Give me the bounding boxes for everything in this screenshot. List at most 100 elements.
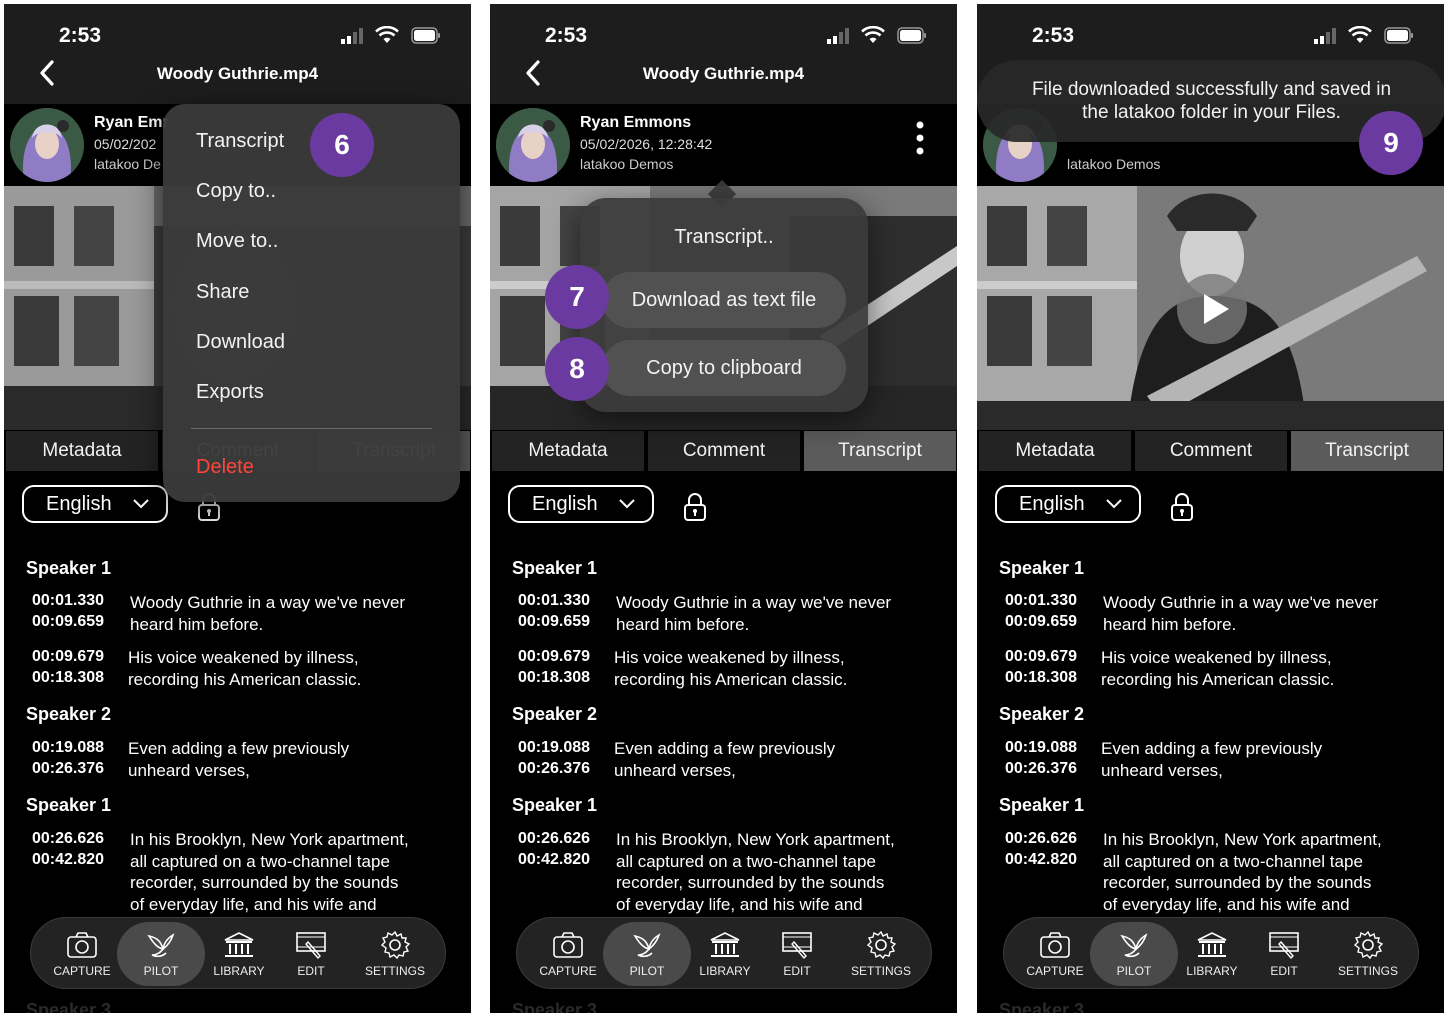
toast-line-1: File downloaded successfully and saved i… bbox=[1031, 79, 1392, 100]
tab-transcript[interactable]: Transcript bbox=[1291, 431, 1443, 471]
menu-item-transcript[interactable]: Transcript bbox=[196, 130, 284, 153]
detail-tabs: Metadata Comment Transcript bbox=[490, 431, 957, 471]
speaker-label: Speaker 1 bbox=[26, 558, 112, 578]
tab-metadata[interactable]: Metadata bbox=[492, 431, 644, 471]
library-icon bbox=[710, 932, 740, 957]
menu-item-share[interactable]: Share bbox=[196, 281, 249, 304]
context-menu: Transcript Copy to.. Move to.. Share Dow… bbox=[163, 104, 460, 502]
menu-item-delete[interactable]: Delete bbox=[196, 456, 254, 479]
status-bar: 2:53 bbox=[977, 4, 1444, 52]
page-title: Woody Guthrie.mp4 bbox=[156, 64, 319, 83]
camera-icon bbox=[67, 932, 97, 958]
download-text-file-button[interactable]: Download as text file bbox=[602, 272, 846, 328]
speaker-label: Speaker 2 bbox=[26, 704, 112, 724]
tab-comment[interactable]: Comment bbox=[1135, 431, 1287, 471]
tab-pilot[interactable]: PILOT bbox=[1090, 918, 1178, 990]
tab-library[interactable]: LIBRARY bbox=[685, 918, 765, 990]
uploader-org: latakoo De bbox=[94, 156, 161, 172]
gear-icon bbox=[866, 930, 897, 960]
file-meta: Ryan Emmons 05/02/2026, 12:28:42 latakoo… bbox=[490, 104, 957, 186]
tab-capture[interactable]: CAPTURE bbox=[1010, 918, 1100, 990]
menu-item-download[interactable]: Download bbox=[196, 331, 285, 354]
avatar bbox=[10, 108, 84, 182]
segment-text: Even adding a few previously unheard vers… bbox=[128, 739, 350, 780]
tab-transcript[interactable]: Transcript bbox=[804, 431, 956, 471]
more-vertical-icon[interactable] bbox=[913, 120, 927, 156]
pilot-bird-icon bbox=[633, 933, 661, 958]
segment-text: His voice weakened by illness, recording … bbox=[1101, 648, 1335, 689]
tab-edit[interactable]: EDIT bbox=[1248, 918, 1320, 990]
upload-date: 05/02/2026, 12:28:42 bbox=[580, 136, 713, 152]
segment-text: In his Brooklyn, New York apartment, all … bbox=[616, 830, 895, 914]
tab-pilot[interactable]: PILOT bbox=[117, 918, 205, 990]
screen-context-menu: 2:53 Woody Guthrie.mp4 Ryan Emr 05/02/20… bbox=[4, 4, 471, 1013]
speaker-label-partial: Speaker 3 bbox=[512, 1000, 598, 1013]
cellular-signal-icon bbox=[341, 28, 363, 44]
speaker-label: Speaker 2 bbox=[512, 704, 598, 724]
tab-settings[interactable]: SETTINGS bbox=[349, 918, 441, 990]
tab-settings[interactable]: SETTINGS bbox=[835, 918, 927, 990]
camera-icon bbox=[1040, 932, 1070, 958]
segment-times: 00:01.330 00:09.659 bbox=[1005, 592, 1078, 630]
tab-pilot[interactable]: PILOT bbox=[603, 918, 691, 990]
language-select[interactable]: English bbox=[508, 485, 654, 523]
segment-text: His voice weakened by illness, recording … bbox=[614, 648, 848, 689]
tab-metadata[interactable]: Metadata bbox=[6, 431, 158, 471]
lock-icon[interactable] bbox=[1170, 492, 1194, 522]
language-select[interactable]: English bbox=[995, 485, 1141, 523]
pilot-bird-icon bbox=[147, 933, 175, 958]
tab-capture[interactable]: CAPTURE bbox=[523, 918, 613, 990]
play-button[interactable] bbox=[1177, 274, 1247, 344]
cellular-signal-icon bbox=[1314, 28, 1336, 44]
tab-comment[interactable]: Comment bbox=[648, 431, 800, 471]
wifi-icon bbox=[1348, 26, 1372, 43]
step-badge: 8 bbox=[545, 337, 609, 401]
edit-film-icon bbox=[1269, 932, 1299, 960]
speaker-label: Speaker 1 bbox=[999, 558, 1085, 578]
step-badge: 7 bbox=[545, 265, 609, 329]
tab-settings[interactable]: SETTINGS bbox=[1322, 918, 1414, 990]
speaker-label-partial: Speaker 3 bbox=[26, 1000, 112, 1013]
battery-icon bbox=[1384, 27, 1413, 44]
tab-library[interactable]: LIBRARY bbox=[1172, 918, 1252, 990]
segment-times: 00:19.088 00:26.376 bbox=[32, 739, 105, 777]
library-icon bbox=[1197, 932, 1227, 957]
segment-times: 00:19.088 00:26.376 bbox=[518, 739, 591, 777]
speaker-label-partial: Speaker 3 bbox=[999, 1000, 1085, 1013]
speaker-label: Speaker 1 bbox=[512, 795, 598, 815]
status-time: 2:53 bbox=[1032, 24, 1075, 47]
transcript-popup: Transcript.. Download as text file Copy … bbox=[580, 198, 868, 412]
segment-times: 00:26.626 00:42.820 bbox=[1005, 830, 1078, 868]
detail-tabs: Metadata Comment Transcript bbox=[977, 431, 1444, 471]
menu-item-copy-to[interactable]: Copy to.. bbox=[196, 180, 276, 203]
tab-library[interactable]: LIBRARY bbox=[199, 918, 279, 990]
bottom-tab-bar: CAPTURE PILOT LIBRARY EDIT SETTINGS bbox=[516, 917, 932, 989]
copy-to-clipboard-button[interactable]: Copy to clipboard bbox=[602, 340, 846, 396]
battery-icon bbox=[897, 27, 926, 44]
menu-item-exports[interactable]: Exports bbox=[196, 381, 264, 404]
gear-icon bbox=[380, 930, 411, 960]
bottom-tab-bar: CAPTURE PILOT LIBRARY EDIT SETTINGS bbox=[30, 917, 446, 989]
popup-title: Transcript.. bbox=[674, 226, 774, 248]
bottom-tab-bar: CAPTURE PILOT LIBRARY EDIT SETTINGS bbox=[1003, 917, 1419, 989]
screen-download-toast: 2:53 latakoo Demos Metadata Comment Tran… bbox=[977, 4, 1444, 1013]
step-badge: 9 bbox=[1359, 111, 1423, 175]
uploader-org: latakoo Demos bbox=[580, 156, 674, 172]
tab-capture[interactable]: CAPTURE bbox=[37, 918, 127, 990]
tab-edit[interactable]: EDIT bbox=[761, 918, 833, 990]
status-bar: 2:53 bbox=[490, 4, 957, 52]
language-value: English bbox=[532, 493, 598, 515]
menu-divider bbox=[191, 428, 432, 429]
segment-times: 00:26.626 00:42.820 bbox=[518, 830, 591, 868]
segment-text: Even adding a few previously unheard vers… bbox=[614, 739, 836, 780]
tab-edit[interactable]: EDIT bbox=[275, 918, 347, 990]
lock-icon[interactable] bbox=[683, 492, 707, 522]
tab-metadata[interactable]: Metadata bbox=[979, 431, 1131, 471]
segment-times: 00:01.330 00:09.659 bbox=[518, 592, 591, 630]
menu-item-move-to[interactable]: Move to.. bbox=[196, 230, 278, 253]
segment-text: Woody Guthrie in a way we've never heard … bbox=[616, 593, 892, 634]
wifi-icon bbox=[375, 26, 399, 43]
nav-bar: Woody Guthrie.mp4 bbox=[4, 52, 471, 104]
library-icon bbox=[224, 932, 254, 957]
language-select[interactable]: English bbox=[22, 485, 168, 523]
